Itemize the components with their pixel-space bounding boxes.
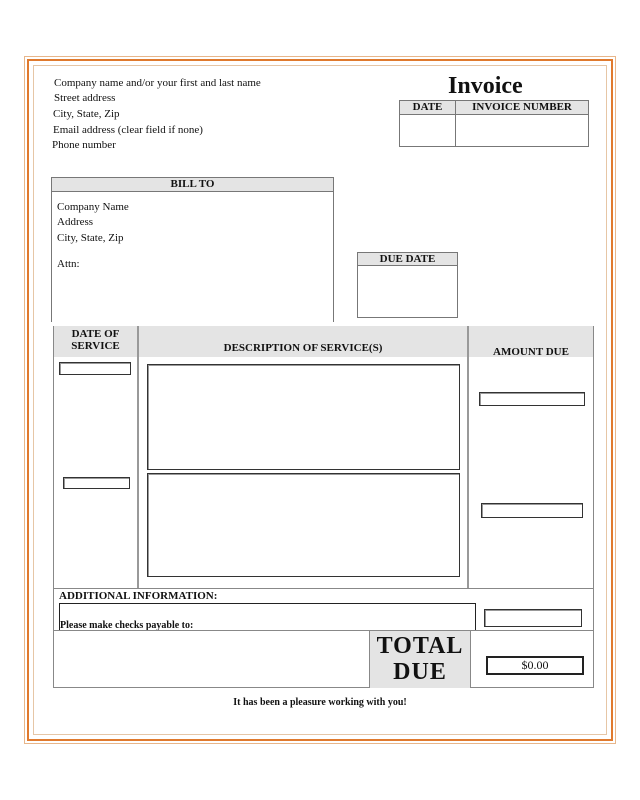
total-due-label-cell: TOTAL DUE <box>369 631 471 688</box>
bill-to-attn-field[interactable]: Attn: <box>57 256 80 272</box>
bill-to-city-field[interactable]: City, State, Zip <box>57 230 124 246</box>
footer-message: It has been a pleasure working with you! <box>233 697 407 708</box>
bill-to-company-field[interactable]: Company Name <box>57 199 129 215</box>
due-date-box: DUE DATE <box>357 252 458 318</box>
amount-due-field-1[interactable] <box>479 392 585 406</box>
total-due-label-line2: DUE <box>393 659 447 685</box>
col-header-date-line1: DATE OF <box>71 328 120 340</box>
additional-info-label: ADDITIONAL INFORMATION: <box>59 590 218 602</box>
invoice-title: Invoice <box>448 73 523 99</box>
col-header-date-line2: SERVICE <box>71 340 120 352</box>
services-table: DATE OF SERVICE DESCRIPTION OF SERVICE(S… <box>53 326 594 688</box>
total-divider <box>54 630 593 631</box>
additional-divider <box>54 588 593 589</box>
bill-to-header: BILL TO <box>52 178 333 192</box>
additional-info-field[interactable]: Please make checks payable to: <box>59 603 476 631</box>
date-header: DATE <box>400 101 456 115</box>
due-date-field[interactable] <box>358 266 457 317</box>
col-divider-1 <box>137 326 139 588</box>
service-description-field-1[interactable] <box>147 364 460 470</box>
col-header-amount-due: AMOUNT DUE <box>493 346 569 358</box>
col-header-description: DESCRIPTION OF SERVICE(S) <box>223 342 383 354</box>
service-date-field-1[interactable] <box>59 362 131 375</box>
sender-email-field[interactable]: Email address (clear field if none) <box>53 123 203 137</box>
col-divider-2 <box>467 326 469 588</box>
service-description-field-2[interactable] <box>147 473 460 577</box>
bill-to-address-field[interactable]: Address <box>57 214 93 230</box>
service-date-field-2[interactable] <box>63 477 130 489</box>
invoice-number-field[interactable] <box>456 115 588 146</box>
sender-street-field[interactable]: Street address <box>54 91 115 105</box>
due-date-header: DUE DATE <box>358 253 457 266</box>
additional-amount-field[interactable] <box>484 609 582 627</box>
total-due-label-line1: TOTAL <box>376 633 464 659</box>
sender-phone-field[interactable]: Phone number <box>52 138 116 152</box>
bill-to-box: BILL TO Company Name Address City, State… <box>51 177 334 322</box>
sender-company-field[interactable]: Company name and/or your first and last … <box>54 76 261 90</box>
total-due-value[interactable]: $0.00 <box>486 656 584 675</box>
col-header-date-of-service: DATE OF SERVICE <box>54 328 137 352</box>
date-field[interactable] <box>400 115 456 146</box>
invoice-number-header: INVOICE NUMBER <box>456 101 588 115</box>
amount-due-field-2[interactable] <box>481 503 583 518</box>
invoice-meta-table: DATE INVOICE NUMBER <box>399 100 589 147</box>
sender-city-field[interactable]: City, State, Zip <box>53 107 120 121</box>
